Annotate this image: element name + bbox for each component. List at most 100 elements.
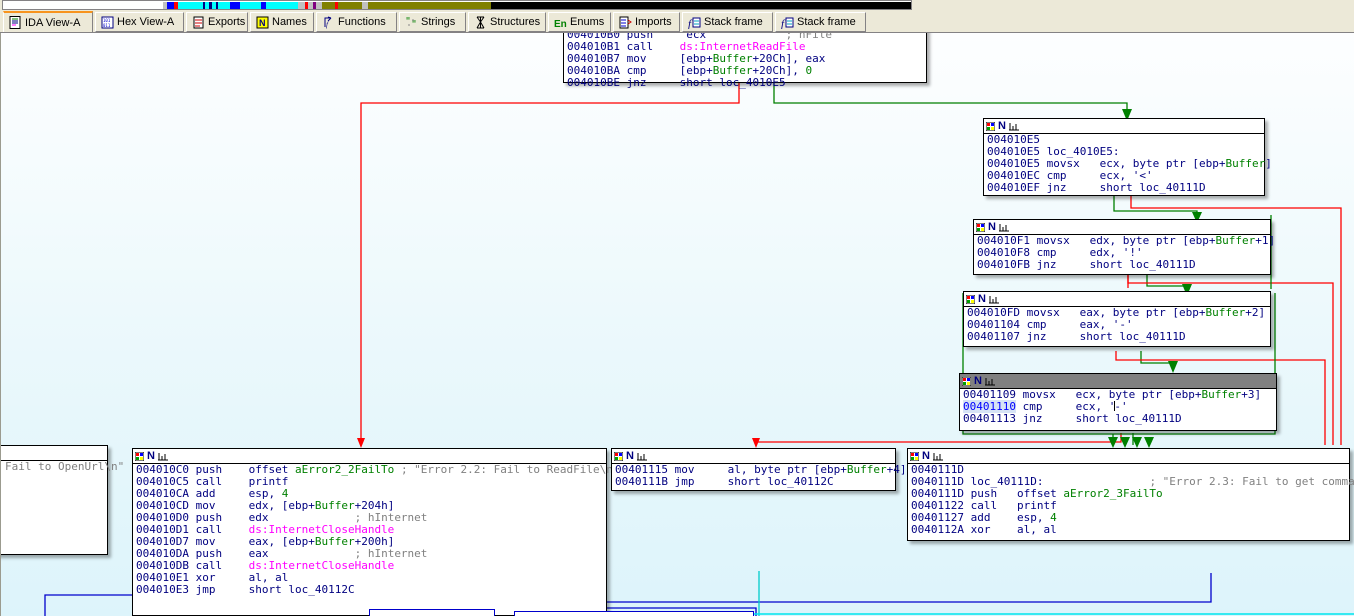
- block-004010F1[interactable]: N 004010F1 movsx edx, byte ptr [ebp+Buff…: [973, 219, 1275, 275]
- block-title-bar[interactable]: N: [964, 292, 1270, 307]
- tab-label: Enums: [570, 16, 605, 28]
- tab-label: Names: [272, 16, 307, 28]
- color-grid-icon: [614, 451, 623, 461]
- block-title-bar[interactable]: [1, 446, 107, 461]
- block-clipped-bottom-mid[interactable]: [514, 611, 754, 616]
- nav-seg-blue3: [261, 2, 266, 9]
- tab-label: Hex View-A: [117, 16, 175, 28]
- graph-canvas[interactable]: 004010B0 push ecx ; hFile 004010B1 call …: [0, 33, 1354, 616]
- bars-icon: [984, 377, 995, 386]
- color-grid-icon: [976, 222, 985, 232]
- color-grid-icon: [986, 121, 995, 131]
- nav-seg-navy2: [209, 2, 212, 9]
- tab-strip: IDA View-A 101 011 Hex View-A Exports N …: [0, 11, 1354, 33]
- block-004010FD[interactable]: N 004010FD movsx eax, byte ptr [ebp+Buff…: [963, 291, 1271, 347]
- tab-label: Stack frame: [797, 16, 856, 28]
- names-icon: N: [922, 449, 930, 462]
- nav-seg-empty: [3, 2, 163, 9]
- tab-ida-view-a[interactable]: IDA View-A: [3, 11, 93, 33]
- tab-label: Stack frame: [704, 16, 763, 28]
- nav-seg-cyan2: [240, 2, 298, 9]
- block-00401109-selected[interactable]: N 00401109 movsx ecx, byte ptr [ebp+Buff…: [959, 373, 1277, 431]
- tab-names[interactable]: N Names: [250, 12, 314, 32]
- asm-line: 00401113 jnz short loc_40111D: [963, 412, 1182, 425]
- names-icon: N: [978, 292, 986, 305]
- color-grid-icon: [962, 376, 971, 386]
- block-00401115[interactable]: N 00401115 mov al, byte ptr [ebp+Buffer+…: [611, 448, 906, 491]
- asm-line: 004010E3 jmp short loc_40112C: [136, 583, 355, 596]
- bars-icon: [932, 452, 943, 461]
- bars-icon: [1008, 122, 1019, 131]
- block-004010C0[interactable]: N 004010C0 push offset aError2_2FailTo ;…: [132, 448, 619, 616]
- nav-seg-blue2: [230, 2, 240, 9]
- tab-exports[interactable]: Exports: [186, 12, 248, 32]
- svg-text:En: En: [554, 19, 567, 29]
- asm-line: 004010BE jnz short loc_4010E5: [567, 76, 786, 89]
- asm-line: 004010FB jnz short loc_40111D: [977, 258, 1196, 271]
- block-title-bar-selected[interactable]: N: [960, 374, 1276, 389]
- stack-frame-icon: f: [688, 16, 701, 30]
- tab-label: Strings: [421, 16, 456, 28]
- block-clipped-bottom-left[interactable]: [369, 609, 495, 616]
- functions-icon: f: [322, 16, 335, 29]
- nav-seg-navy1: [203, 2, 205, 9]
- nav-seg-red3: [335, 2, 338, 9]
- hex-view-icon: 101 011: [101, 16, 114, 29]
- nav-seg-olive2: [368, 2, 491, 9]
- color-grid-icon: [135, 451, 144, 461]
- tab-enums[interactable]: En Enums: [548, 12, 611, 32]
- imports-icon: [619, 16, 632, 29]
- svg-text:": ": [411, 19, 417, 29]
- nav-seg-grey1: [298, 2, 322, 9]
- color-grid-icon: [910, 451, 919, 461]
- nav-seg-navy3: [216, 2, 218, 9]
- structures-icon: [474, 16, 487, 29]
- navigator-band-inner[interactable]: [2, 0, 912, 10]
- nav-seg-blue1: [167, 2, 174, 9]
- tab-imports[interactable]: Imports: [613, 12, 680, 32]
- tab-hex-view-a[interactable]: 101 011 Hex View-A: [95, 12, 184, 32]
- bars-icon: [998, 223, 1009, 232]
- block-title-bar[interactable]: N: [612, 449, 895, 464]
- asm-line: 0040112A xor al, al: [911, 523, 1057, 536]
- strings-icon: " ": [405, 16, 418, 30]
- block-loc_40111D[interactable]: N 0040111D 0040111D loc_40111D: ; "Error…: [907, 448, 1354, 541]
- names-icon: N: [147, 449, 155, 462]
- block-title-bar[interactable]: N: [133, 449, 606, 464]
- names-icon: N: [974, 374, 982, 387]
- bars-icon: [636, 452, 647, 461]
- block-clipped-openurl[interactable]: Fail to OpenUrl\n": [1, 445, 125, 555]
- block-title-bar[interactable]: N: [908, 449, 1349, 464]
- tab-stack-frame-2[interactable]: f Stack frame: [775, 12, 866, 32]
- nav-seg-black: [491, 2, 911, 9]
- ida-view-icon: [9, 16, 22, 29]
- tab-label: Structures: [490, 16, 541, 28]
- stack-frame-icon: f: [781, 16, 794, 30]
- tab-structures[interactable]: Structures: [468, 12, 546, 32]
- names-icon: N: [988, 220, 996, 233]
- asm-line: Fail to OpenUrl\n": [5, 460, 125, 473]
- asm-line: 00401107 jnz short loc_40111D: [967, 330, 1186, 343]
- svg-text:f: f: [326, 21, 329, 29]
- ida-main-window: IDA View-A 101 011 Hex View-A Exports N …: [0, 0, 1354, 616]
- color-grid-icon: [966, 294, 975, 304]
- exports-icon: [192, 16, 205, 29]
- nav-seg-red2: [305, 2, 308, 9]
- block-004010B1[interactable]: 004010B0 push ecx ; hFile 004010B1 call …: [563, 33, 927, 89]
- svg-text:011: 011: [103, 23, 111, 28]
- tab-strings[interactable]: " " Strings: [399, 12, 466, 32]
- svg-text:f: f: [688, 18, 693, 29]
- block-loc_4010E5[interactable]: N 004010E5 004010E5 loc_4010E5: 004010E5…: [983, 118, 1272, 196]
- tab-functions[interactable]: f Functions: [316, 12, 397, 32]
- names-icon: N: [998, 119, 1006, 132]
- tab-label: Exports: [208, 16, 246, 28]
- names-icon: N: [256, 16, 269, 29]
- tab-stack-frame-1[interactable]: f Stack frame: [682, 12, 773, 32]
- bars-icon: [988, 295, 999, 304]
- svg-text:N: N: [259, 18, 266, 28]
- asm-line: 0040111B jmp short loc_40112C: [615, 475, 834, 488]
- block-title-bar[interactable]: N: [984, 119, 1264, 134]
- block-title-bar[interactable]: N: [974, 220, 1270, 235]
- asm-line: 004010EF jnz short loc_40111D: [987, 181, 1206, 194]
- navigator-band[interactable]: [0, 0, 1354, 11]
